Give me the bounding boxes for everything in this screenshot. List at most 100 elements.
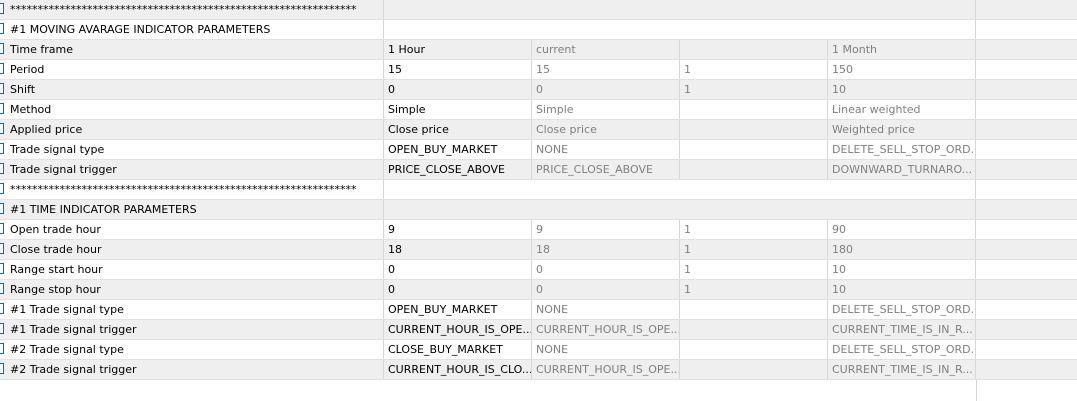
optimize-checkbox[interactable]: [0, 63, 4, 74]
parameter-name-cell[interactable]: #2 Trade signal trigger: [0, 360, 384, 379]
optimize-checkbox[interactable]: [0, 283, 4, 294]
parameter-name-cell[interactable]: Applied price: [0, 120, 384, 139]
optimize-checkbox[interactable]: [0, 343, 4, 354]
start-cell[interactable]: Close price: [532, 120, 680, 139]
parameter-name-cell[interactable]: Period: [0, 60, 384, 79]
optimize-checkbox[interactable]: [0, 23, 4, 34]
section-header-row[interactable]: #1 MOVING AVARAGE INDICATOR PARAMETERS: [0, 20, 1077, 40]
parameter-name-cell[interactable]: #1 MOVING AVARAGE INDICATOR PARAMETERS: [0, 20, 384, 39]
optimize-checkbox[interactable]: [0, 3, 4, 14]
parameter-row[interactable]: #1 Trade signal trigger CURRENT_HOUR_IS_O…: [0, 320, 1077, 340]
parameter-name-cell[interactable]: Shift: [0, 80, 384, 99]
step-cell[interactable]: 1: [680, 80, 828, 99]
value-cell[interactable]: Simple: [384, 100, 532, 119]
parameter-row[interactable]: Trade signal trigger PRICE_CLOSE_ABOVE PRI…: [0, 160, 1077, 180]
step-cell[interactable]: 1: [680, 240, 828, 259]
parameter-name-cell[interactable]: ****************************************…: [0, 0, 384, 19]
parameter-name-cell[interactable]: Range start hour: [0, 260, 384, 279]
section-header-row[interactable]: #1 TIME INDICATOR PARAMETERS: [0, 200, 1077, 220]
parameter-name-cell[interactable]: #1 Trade signal trigger: [0, 320, 384, 339]
start-cell[interactable]: NONE: [532, 140, 680, 159]
start-cell[interactable]: 0: [532, 280, 680, 299]
start-cell[interactable]: NONE: [532, 340, 680, 359]
stop-cell[interactable]: Weighted price: [828, 120, 976, 139]
value-cell[interactable]: 0: [384, 80, 532, 99]
start-cell[interactable]: CURRENT_HOUR_IS_OPE...: [532, 360, 680, 379]
parameter-row[interactable]: Range stop hour 0 0 1 10: [0, 280, 1077, 300]
stop-cell[interactable]: CURRENT_TIME_IS_IN_R...: [828, 360, 976, 379]
stop-cell[interactable]: 1 Month: [828, 40, 976, 59]
step-cell[interactable]: 1: [680, 280, 828, 299]
start-cell[interactable]: PRICE_CLOSE_ABOVE: [532, 160, 680, 179]
start-cell[interactable]: current: [532, 40, 680, 59]
start-cell[interactable]: 9: [532, 220, 680, 239]
parameter-row[interactable]: Range start hour 0 0 1 10: [0, 260, 1077, 280]
parameter-name-cell[interactable]: Open trade hour: [0, 220, 384, 239]
step-cell[interactable]: [680, 300, 828, 319]
parameter-row[interactable]: #2 Trade signal type CLOSE_BUY_MARKET NONE…: [0, 340, 1077, 360]
optimize-checkbox[interactable]: [0, 323, 4, 334]
stop-cell[interactable]: 10: [828, 280, 976, 299]
stop-cell[interactable]: 90: [828, 220, 976, 239]
parameter-name-cell[interactable]: Trade signal trigger: [0, 160, 384, 179]
start-cell[interactable]: CURRENT_HOUR_IS_OPE...: [532, 320, 680, 339]
parameter-name-cell[interactable]: Trade signal type: [0, 140, 384, 159]
optimize-checkbox[interactable]: [0, 223, 4, 234]
start-cell[interactable]: 0: [532, 260, 680, 279]
step-cell[interactable]: [680, 140, 828, 159]
parameter-name-cell[interactable]: Method: [0, 100, 384, 119]
stop-cell[interactable]: 10: [828, 260, 976, 279]
start-cell[interactable]: 15: [532, 60, 680, 79]
optimize-checkbox[interactable]: [0, 263, 4, 274]
start-cell[interactable]: NONE: [532, 300, 680, 319]
optimize-checkbox[interactable]: [0, 143, 4, 154]
stop-cell[interactable]: Linear weighted: [828, 100, 976, 119]
stop-cell[interactable]: DELETE_SELL_STOP_ORD...: [828, 140, 976, 159]
value-cell[interactable]: 1 Hour: [384, 40, 532, 59]
optimize-checkbox[interactable]: [0, 43, 4, 54]
stop-cell[interactable]: DOWNWARD_TURNARO...: [828, 160, 976, 179]
stop-cell[interactable]: DELETE_SELL_STOP_ORD...: [828, 340, 976, 359]
optimize-checkbox[interactable]: [0, 83, 4, 94]
parameter-row[interactable]: Shift 0 0 1 10: [0, 80, 1077, 100]
stop-cell[interactable]: 10: [828, 80, 976, 99]
parameter-name-cell[interactable]: #1 TIME INDICATOR PARAMETERS: [0, 200, 384, 219]
parameter-name-cell[interactable]: #1 Trade signal type: [0, 300, 384, 319]
parameter-name-cell[interactable]: Close trade hour: [0, 240, 384, 259]
optimize-checkbox[interactable]: [0, 303, 4, 314]
stop-cell[interactable]: DELETE_SELL_STOP_ORD...: [828, 300, 976, 319]
start-cell[interactable]: Simple: [532, 100, 680, 119]
parameter-name-cell[interactable]: Time frame: [0, 40, 384, 59]
optimize-checkbox[interactable]: [0, 243, 4, 254]
value-cell[interactable]: 18: [384, 240, 532, 259]
value-cell[interactable]: 0: [384, 280, 532, 299]
parameter-name-cell[interactable]: ****************************************…: [0, 180, 384, 199]
parameter-row[interactable]: Time frame 1 Hour current 1 Month: [0, 40, 1077, 60]
stop-cell[interactable]: 150: [828, 60, 976, 79]
step-cell[interactable]: [680, 40, 828, 59]
value-cell[interactable]: 0: [384, 260, 532, 279]
optimize-checkbox[interactable]: [0, 123, 4, 134]
stop-cell[interactable]: 180: [828, 240, 976, 259]
section-header-row[interactable]: ****************************************…: [0, 0, 1077, 20]
step-cell[interactable]: 1: [680, 260, 828, 279]
value-cell[interactable]: Close price: [384, 120, 532, 139]
step-cell[interactable]: [680, 360, 828, 379]
step-cell[interactable]: 1: [680, 60, 828, 79]
optimize-checkbox[interactable]: [0, 203, 4, 214]
step-cell[interactable]: [680, 320, 828, 339]
start-cell[interactable]: 18: [532, 240, 680, 259]
value-cell[interactable]: CURRENT_HOUR_IS_OPE...: [384, 320, 532, 339]
step-cell[interactable]: 1: [680, 220, 828, 239]
parameter-row[interactable]: Applied price Close price Close price Weigh…: [0, 120, 1077, 140]
step-cell[interactable]: [680, 120, 828, 139]
parameter-row[interactable]: Open trade hour 9 9 1 90: [0, 220, 1077, 240]
parameter-name-cell[interactable]: Range stop hour: [0, 280, 384, 299]
value-cell[interactable]: CLOSE_BUY_MARKET: [384, 340, 532, 359]
step-cell[interactable]: [680, 100, 828, 119]
step-cell[interactable]: [680, 160, 828, 179]
parameter-row[interactable]: Close trade hour 18 18 1 180: [0, 240, 1077, 260]
parameter-row[interactable]: Trade signal type OPEN_BUY_MARKET NONE DELE…: [0, 140, 1077, 160]
step-cell[interactable]: [680, 340, 828, 359]
optimize-checkbox[interactable]: [0, 363, 4, 374]
